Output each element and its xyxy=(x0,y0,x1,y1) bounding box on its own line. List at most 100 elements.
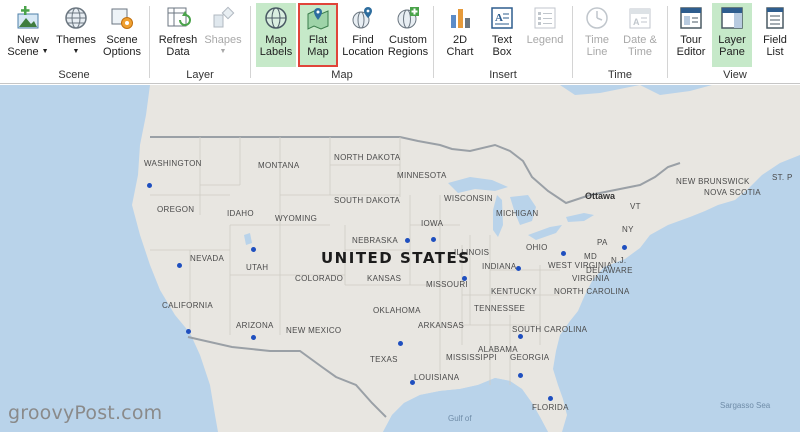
state-label-pennsylvania: PA xyxy=(597,238,608,247)
state-label-oklahoma: OKLAHOMA xyxy=(373,306,421,315)
view-group: Tour Editor Layer Pane Field List View xyxy=(670,0,800,84)
state-label-new-jersey: N.J. xyxy=(611,256,627,265)
map-data-point[interactable] xyxy=(431,237,436,242)
state-label-mississippi: MISSISSIPPI xyxy=(446,353,497,362)
map-data-point[interactable] xyxy=(622,245,627,250)
state-label-michigan: MICHIGAN xyxy=(496,209,539,218)
refresh-data-label-2: Data xyxy=(166,46,190,58)
state-label-oregon: OREGON xyxy=(157,205,195,214)
map-data-point[interactable] xyxy=(518,373,523,378)
refresh-data-button[interactable]: Refresh Data xyxy=(156,3,200,67)
legend-button[interactable]: Legend xyxy=(524,3,566,67)
map-data-point[interactable] xyxy=(405,238,410,243)
map-canvas[interactable]: WASHINGTON OREGON IDAHO MONTANA WYOMING … xyxy=(0,85,800,432)
time-group: Time Line A Date & Time Time xyxy=(575,0,665,84)
water-label-gulf: Gulf of xyxy=(448,414,472,423)
map-data-point[interactable] xyxy=(462,276,467,281)
field-list-label-2: List xyxy=(766,46,784,58)
layer-group-label: Layer xyxy=(186,69,214,81)
layer-pane-icon xyxy=(719,5,745,31)
state-label-california: CALIFORNIA xyxy=(162,301,214,310)
find-location-button[interactable]: Find Location xyxy=(341,3,385,67)
new-scene-label-1: New xyxy=(16,34,39,46)
state-label-ohio: OHIO xyxy=(526,243,548,252)
scene-group: New Scene ▼ Themes ▼ Scene Options Scene xyxy=(0,0,148,84)
layer-pane-label-2: Pane xyxy=(719,46,745,58)
state-label-florida: FLORIDA xyxy=(532,403,569,412)
state-label-idaho: IDAHO xyxy=(227,209,254,218)
map-data-point[interactable] xyxy=(516,266,521,271)
tour-editor-button[interactable]: Tour Editor xyxy=(672,3,710,67)
map-data-point[interactable] xyxy=(410,380,415,385)
find-location-icon xyxy=(350,5,376,31)
scene-options-label-2: Options xyxy=(103,46,141,58)
time-line-button[interactable]: Time Line xyxy=(577,3,617,67)
shapes-caret-icon: ▼ xyxy=(219,48,227,56)
flat-map-label-1: Flat xyxy=(308,34,328,46)
dropdown-caret-icon: ▼ xyxy=(41,48,49,56)
map-data-point[interactable] xyxy=(186,329,191,334)
map-labels-globe-icon xyxy=(263,5,289,31)
svg-text:A: A xyxy=(633,17,640,27)
field-list-button[interactable]: Field List xyxy=(756,3,794,67)
state-label-nebraska: NEBRASKA xyxy=(352,236,398,245)
text-box-button[interactable]: A Text Box xyxy=(482,3,522,67)
flat-map-button[interactable]: Flat Map xyxy=(298,3,338,67)
time-line-label-1: Time xyxy=(584,34,610,46)
refresh-data-label-1: Refresh xyxy=(158,34,198,46)
map-data-point[interactable] xyxy=(251,335,256,340)
state-label-vermont: VT xyxy=(630,202,641,211)
state-label-wisconsin: WISCONSIN xyxy=(444,194,493,203)
map-labels-button[interactable]: Map Labels xyxy=(256,3,296,67)
layer-pane-button[interactable]: Layer Pane xyxy=(712,3,752,67)
map-data-point[interactable] xyxy=(147,183,152,188)
state-label-virginia: VIRGINIA xyxy=(572,274,610,283)
country-label-united-states: UNITED STATES xyxy=(321,249,471,267)
state-label-colorado: COLORADO xyxy=(295,274,344,283)
2d-chart-button[interactable]: 2D Chart xyxy=(440,3,480,67)
field-list-label-1: Field xyxy=(763,34,787,46)
state-label-arkansas: ARKANSAS xyxy=(418,321,464,330)
map-data-point[interactable] xyxy=(561,251,566,256)
map-data-point[interactable] xyxy=(548,396,553,401)
map-data-point[interactable] xyxy=(518,334,523,339)
map-labels-label-2: Labels xyxy=(259,46,293,58)
svg-text:A: A xyxy=(495,12,503,24)
ribbon: New Scene ▼ Themes ▼ Scene Options Scene… xyxy=(0,0,800,84)
new-scene-icon xyxy=(15,5,41,31)
date-time-label-1: Date & xyxy=(623,34,657,46)
date-time-label-2: Time xyxy=(627,46,653,58)
new-scene-button[interactable]: New Scene ▼ xyxy=(6,3,50,67)
map-data-point[interactable] xyxy=(398,341,403,346)
themes-globe-icon xyxy=(63,5,89,31)
date-time-button[interactable]: A Date & Time xyxy=(619,3,661,67)
state-label-north-dakota: NORTH DAKOTA xyxy=(334,153,401,162)
state-label-tennessee: TENNESSEE xyxy=(474,304,526,313)
state-label-arizona: ARIZONA xyxy=(236,321,274,330)
insert-group: 2D Chart A Text Box Legend Insert xyxy=(436,0,570,84)
custom-regions-button[interactable]: Custom Regions xyxy=(386,3,430,67)
map-group-label: Map xyxy=(331,69,353,81)
new-scene-label-text: Scene xyxy=(7,46,39,58)
state-label-south-dakota: SOUTH DAKOTA xyxy=(334,196,401,205)
view-group-label: View xyxy=(723,69,747,81)
calendar-icon: A xyxy=(627,5,653,31)
time-group-label: Time xyxy=(607,69,633,81)
ribbon-divider xyxy=(667,6,668,78)
state-label-georgia: GEORGIA xyxy=(510,353,550,362)
bar-chart-icon xyxy=(447,5,473,31)
2d-chart-label-1: 2D xyxy=(452,34,468,46)
tour-editor-label-2: Editor xyxy=(676,46,706,58)
state-label-washington: WASHINGTON xyxy=(144,159,202,168)
scene-options-icon xyxy=(109,5,135,31)
map-data-point[interactable] xyxy=(177,263,182,268)
flat-map-label-2: Map xyxy=(307,46,329,58)
scene-options-button[interactable]: Scene Options xyxy=(100,3,144,67)
ribbon-divider xyxy=(433,6,434,78)
shapes-button[interactable]: Shapes ▼ xyxy=(202,3,244,67)
text-box-label-1: Text xyxy=(491,34,513,46)
themes-button[interactable]: Themes ▼ xyxy=(53,3,99,67)
layer-group: Refresh Data Shapes ▼ Layer xyxy=(152,0,248,84)
territory-label-st-pierre: ST. P xyxy=(772,173,793,182)
map-data-point[interactable] xyxy=(251,247,256,252)
